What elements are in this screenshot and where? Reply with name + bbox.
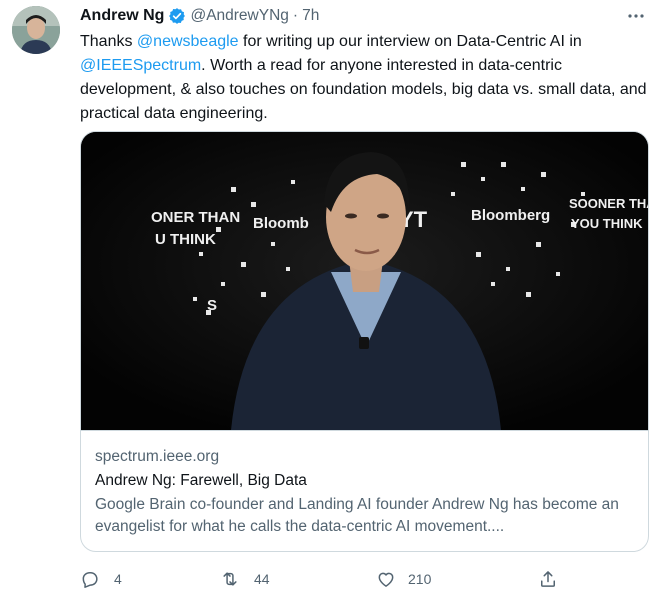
retweet-icon — [220, 569, 240, 589]
timestamp[interactable]: 7h — [302, 7, 319, 25]
mention-link[interactable]: @IEEESpectrum — [80, 57, 201, 74]
backdrop-text: ONER THAN — [151, 209, 240, 226]
backdrop-text: S — [207, 297, 217, 314]
share-button[interactable] — [538, 566, 558, 592]
reply-button[interactable]: 4 — [80, 566, 122, 592]
tweet-text-part: Thanks — [80, 33, 137, 50]
backdrop-text: SOONER THA — [569, 196, 648, 211]
backdrop-text: Bloomb — [253, 215, 309, 232]
tweet-text: Thanks @newsbeagle for writing up our in… — [80, 30, 655, 126]
backdrop-text: YOU THINK — [571, 216, 643, 231]
display-name[interactable]: Andrew Ng — [80, 7, 164, 25]
backdrop-text: Bloomberg — [471, 207, 550, 224]
like-button[interactable]: 210 — [376, 566, 431, 592]
verified-badge-icon — [168, 7, 186, 25]
link-preview-card[interactable]: ONER THAN U THINK Bloomb YT Bloomberg SO… — [80, 131, 649, 552]
tweet-actions: 4 44 210 — [80, 566, 560, 592]
like-count: 210 — [408, 571, 432, 587]
author-handle[interactable]: @AndrewYNg — [190, 7, 288, 25]
photo-of-speaker-on-stage-icon: ONER THAN U THINK Bloomb YT Bloomberg SO… — [81, 132, 648, 430]
tweet[interactable]: Andrew Ng @AndrewYNg · 7h Thanks @newsbe… — [0, 0, 670, 598]
share-icon — [538, 569, 558, 589]
tweet-header: Andrew Ng @AndrewYNg · 7h — [80, 5, 319, 27]
card-divider — [81, 430, 648, 431]
avatar[interactable] — [12, 6, 60, 54]
tweet-text-part: for writing up our interview on Data-Cen… — [238, 33, 582, 50]
retweet-count: 44 — [254, 571, 270, 587]
ellipsis-icon[interactable] — [626, 6, 646, 26]
backdrop-text: U THINK — [155, 231, 216, 248]
reply-icon — [80, 569, 100, 589]
card-description: Google Brain co-founder and Landing AI f… — [95, 496, 619, 535]
retweet-button[interactable]: 44 — [220, 566, 270, 592]
card-domain: spectrum.ieee.org — [95, 448, 220, 465]
heart-icon — [376, 569, 396, 589]
card-image[interactable]: ONER THAN U THINK Bloomb YT Bloomberg SO… — [81, 132, 648, 430]
card-title: Andrew Ng: Farewell, Big Data — [95, 472, 307, 489]
profile-photo-icon — [12, 6, 60, 54]
reply-count: 4 — [114, 571, 122, 587]
mention-link[interactable]: @newsbeagle — [137, 33, 239, 50]
separator-dot: · — [292, 7, 299, 24]
